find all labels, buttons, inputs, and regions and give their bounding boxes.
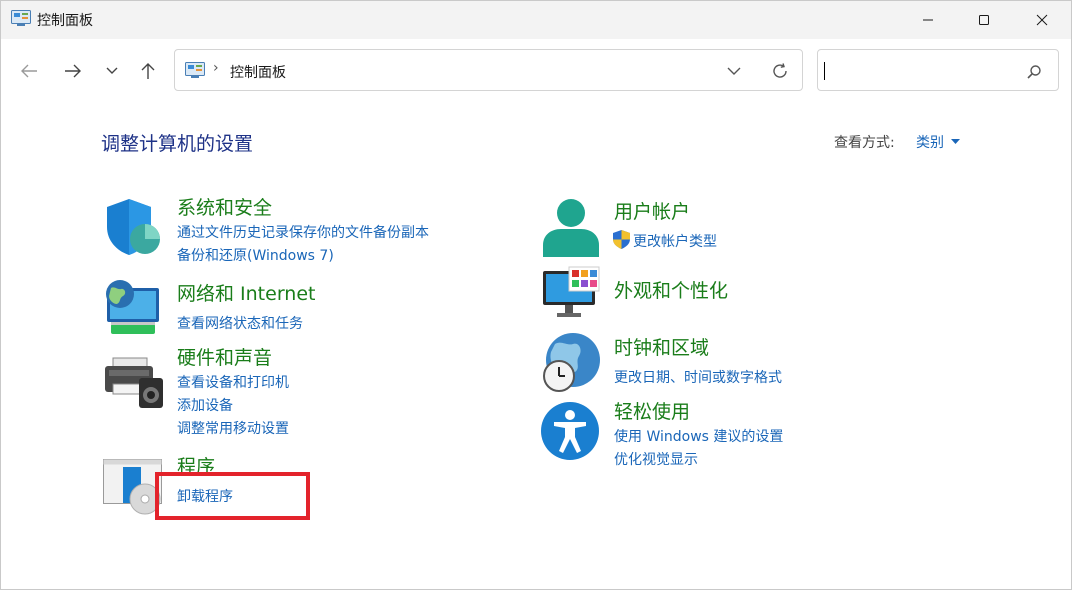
close-icon	[1036, 14, 1048, 26]
page-title: 调整计算机的设置	[101, 133, 254, 155]
title-bar: 控制面板	[1, 1, 1071, 39]
appearance-monitor-icon[interactable]	[541, 265, 601, 325]
link-optimize-display[interactable]: 优化视觉显示	[614, 449, 698, 469]
view-by-label: 查看方式:	[834, 135, 895, 151]
maximize-button[interactable]	[955, 1, 1013, 39]
maximize-icon	[979, 15, 989, 25]
close-button[interactable]	[1013, 1, 1071, 39]
search-icon[interactable]	[1026, 64, 1042, 80]
clock-globe-icon[interactable]	[541, 332, 601, 392]
text-cursor	[824, 62, 825, 80]
search-box[interactable]	[817, 49, 1059, 91]
link-date-time-format[interactable]: 更改日期、时间或数字格式	[614, 367, 782, 387]
category-appearance[interactable]: 外观和个性化	[614, 276, 728, 303]
uac-shield-icon	[613, 230, 630, 249]
link-network-status[interactable]: 查看网络状态和任务	[177, 313, 303, 333]
link-devices-printers[interactable]: 查看设备和打印机	[177, 372, 289, 392]
link-recommended-settings[interactable]: 使用 Windows 建议的设置	[614, 426, 783, 446]
category-clock-region[interactable]: 时钟和区域	[614, 333, 709, 360]
highlight-box	[155, 472, 310, 520]
category-network[interactable]: 网络和 Internet	[177, 279, 315, 306]
link-mobility-settings[interactable]: 调整常用移动设置	[177, 418, 289, 438]
programs-icon[interactable]	[103, 459, 163, 519]
forward-button[interactable]	[59, 57, 87, 85]
up-button[interactable]	[134, 57, 162, 85]
printer-speaker-icon[interactable]	[103, 354, 163, 414]
control-panel-icon	[11, 10, 31, 26]
control-panel-window: 控制面板 › 控制面板 调整计算机的设置 查看方式: 类别 系统和安全 通过文件…	[0, 0, 1072, 590]
accessibility-icon[interactable]	[540, 401, 600, 461]
refresh-icon[interactable]	[771, 62, 789, 80]
minimize-button[interactable]	[899, 1, 957, 39]
chevron-down-icon	[106, 67, 118, 74]
address-bar[interactable]: › 控制面板	[174, 49, 803, 91]
breadcrumb-separator: ›	[213, 60, 219, 76]
back-button[interactable]	[15, 57, 43, 85]
control-panel-icon	[185, 62, 205, 78]
link-file-history[interactable]: 通过文件历史记录保存你的文件备份副本	[177, 222, 429, 242]
arrow-right-icon	[65, 64, 81, 78]
view-by-dropdown[interactable]: 类别	[916, 132, 944, 152]
shield-icon[interactable]	[103, 197, 163, 257]
category-system-security[interactable]: 系统和安全	[177, 193, 272, 220]
category-user-accounts[interactable]: 用户帐户	[614, 197, 690, 224]
link-backup-restore[interactable]: 备份和还原(Windows 7)	[177, 245, 334, 265]
chevron-down-icon[interactable]	[725, 62, 743, 80]
link-add-device[interactable]: 添加设备	[177, 395, 233, 415]
link-change-account-type[interactable]: 更改帐户类型	[633, 231, 717, 251]
arrow-left-icon	[21, 64, 37, 78]
minimize-icon	[923, 19, 933, 21]
arrow-up-icon	[141, 63, 155, 79]
user-icon[interactable]	[541, 197, 601, 257]
window-title: 控制面板	[37, 13, 93, 29]
network-globe-icon[interactable]	[103, 278, 163, 338]
caret-down-icon[interactable]	[951, 139, 960, 145]
category-hardware[interactable]: 硬件和声音	[177, 343, 272, 370]
recent-locations-button[interactable]	[98, 57, 126, 85]
category-ease-of-access[interactable]: 轻松使用	[614, 397, 690, 424]
breadcrumb-control-panel[interactable]: 控制面板	[230, 62, 286, 82]
